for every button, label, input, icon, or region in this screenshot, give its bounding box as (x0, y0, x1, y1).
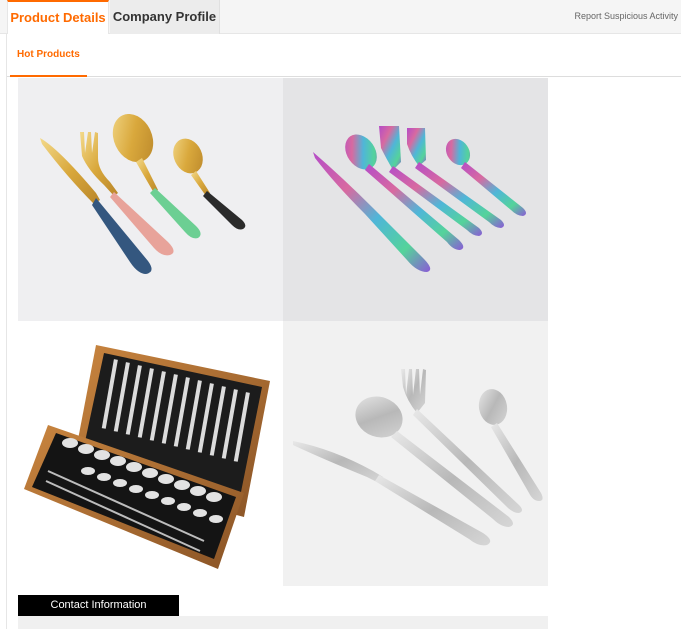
sub-tab-bar: Hot Products (7, 34, 681, 77)
rainbow-cutlery-set-icon (313, 126, 526, 272)
tab-company-profile[interactable]: Company Profile (110, 0, 220, 34)
tab-bar: Product Details Company Profile Report S… (0, 0, 681, 35)
product-image-cutlery-box[interactable] (18, 321, 283, 586)
tab-hot-products[interactable]: Hot Products (10, 34, 87, 77)
gold-cutlery-set-icon (40, 113, 246, 274)
tab-product-details[interactable]: Product Details (7, 0, 109, 35)
product-image-gold-cutlery[interactable] (18, 78, 283, 321)
silver-cutlery-set-icon (293, 369, 543, 546)
product-image-rainbow-cutlery[interactable] (283, 78, 548, 321)
product-image-silver-cutlery[interactable] (283, 321, 548, 586)
contact-information-heading: Contact Information (18, 595, 179, 616)
contact-panel (18, 616, 548, 629)
report-suspicious-activity-link[interactable]: Report Suspicious Activity (574, 11, 678, 21)
left-divider (6, 34, 7, 629)
cutlery-wooden-box-icon (24, 345, 270, 569)
